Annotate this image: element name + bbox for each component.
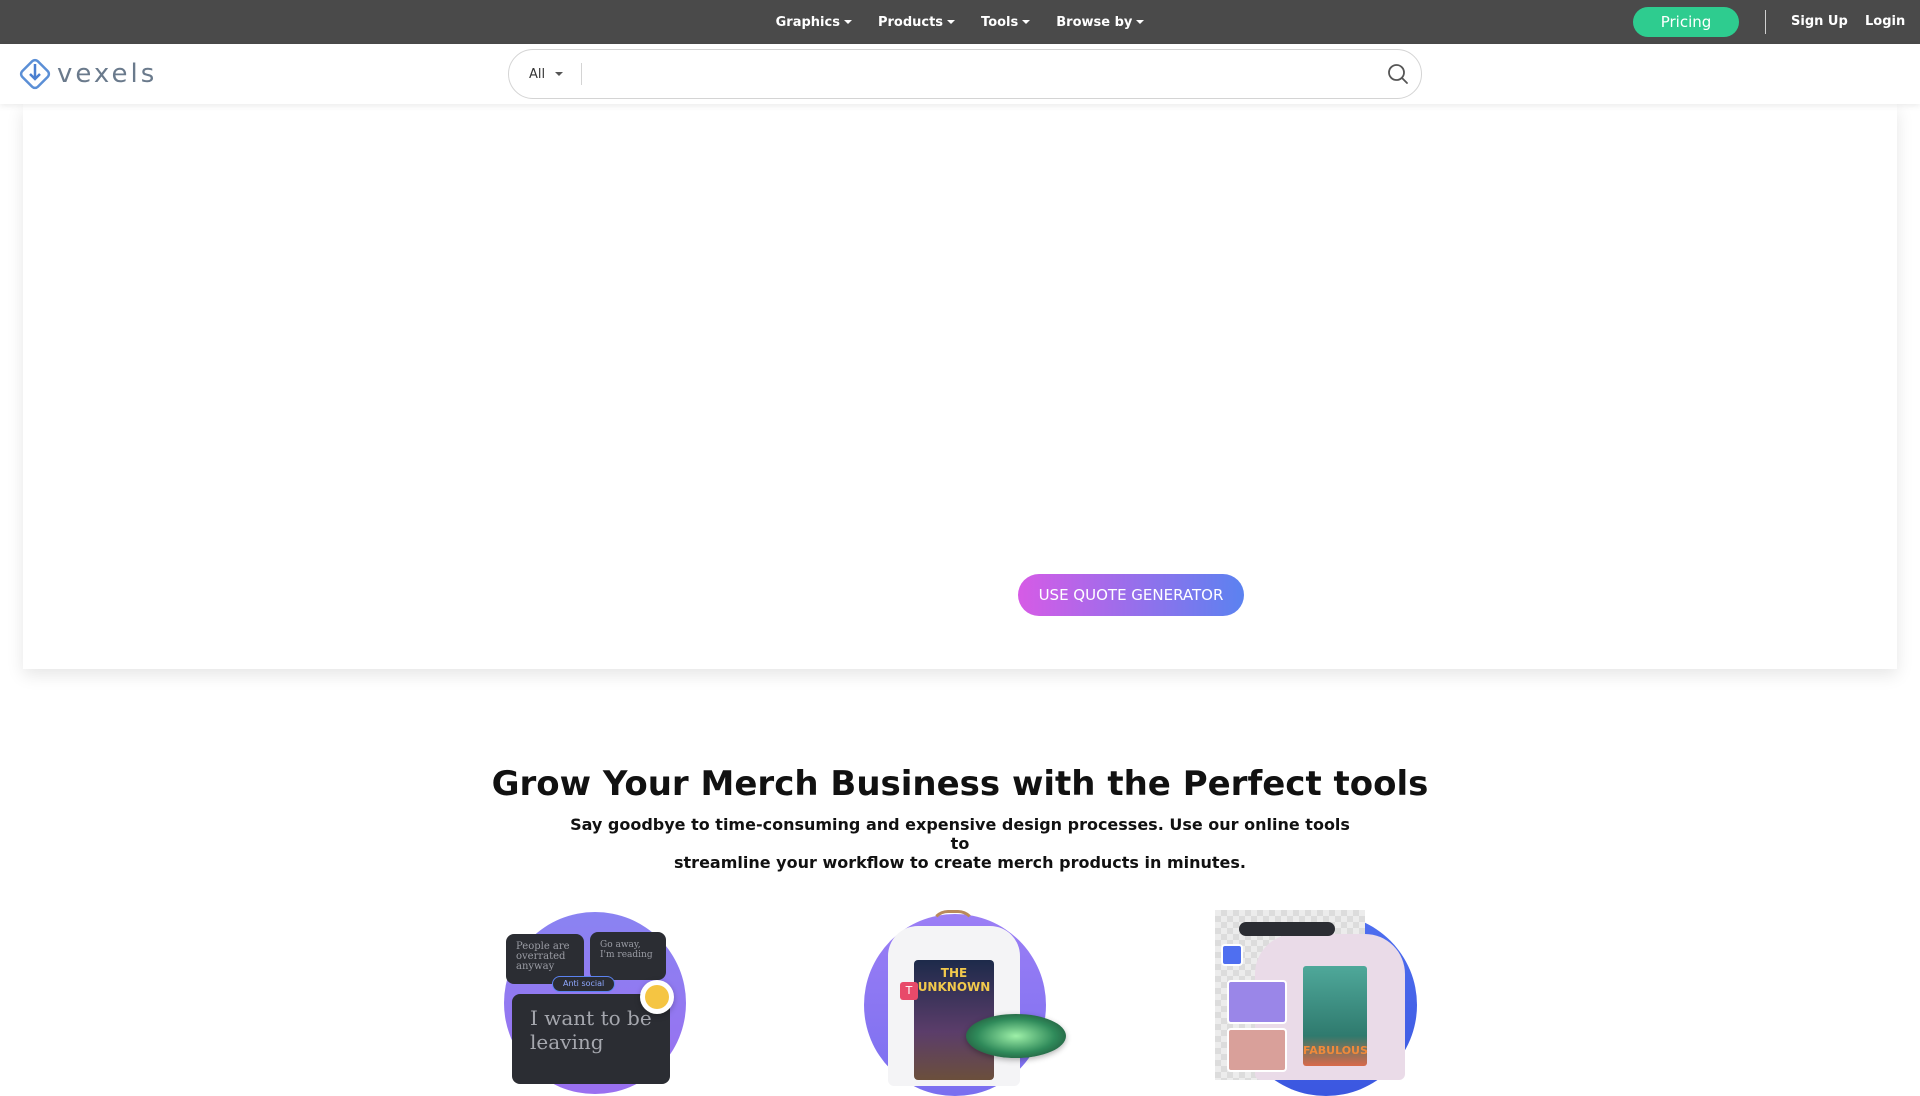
sign-up-link[interactable]: Sign Up <box>1791 14 1848 29</box>
section-subtitle-line-1: Say goodbye to time-consuming and expens… <box>570 815 1350 853</box>
main-menu: Graphics Products Tools Browse by <box>0 0 1920 44</box>
quote-card-main-text: I want to be leaving <box>530 1006 652 1054</box>
chevron-down-icon <box>843 20 852 24</box>
menu-tools-label: Tools <box>981 14 1019 30</box>
tool-tshirt-mockup-illustration[interactable]: THE UNKNOWN T <box>862 908 1072 1096</box>
ufo-sticker <box>966 1014 1066 1058</box>
anti-social-chip: Anti social <box>552 976 616 992</box>
search-category-label: All <box>529 66 546 82</box>
thumbnail-1 <box>1227 980 1287 1024</box>
chevron-down-icon <box>1136 20 1145 24</box>
vexels-logo[interactable]: vexels <box>19 58 157 90</box>
tool-sweater-mockup-illustration[interactable]: FABULOUS <box>1215 908 1425 1096</box>
section-subtitle-line-2: streamline your workflow to create merch… <box>674 853 1246 872</box>
quote-card-small-left-text: People are overrated anyway <box>516 941 570 972</box>
section-subtitle: Say goodbye to time-consuming and expens… <box>560 815 1360 872</box>
search-bar: All <box>508 49 1422 99</box>
divider <box>1765 10 1766 34</box>
menu-products-label: Products <box>877 14 944 30</box>
chevron-down-icon <box>947 20 956 24</box>
tool-quote-generator-illustration[interactable]: People are overrated anyway Go away, I'm… <box>502 908 712 1094</box>
menu-products[interactable]: Products <box>865 15 968 30</box>
color-slider-toolbar <box>1239 922 1335 936</box>
vexels-logo-icon <box>19 58 51 90</box>
chevron-down-icon <box>1022 20 1031 24</box>
sweater-print-text: FABULOUS <box>1303 1044 1368 1057</box>
quote-card-small-right-text: Go away, I'm reading <box>600 940 653 960</box>
pricing-button[interactable]: Pricing <box>1633 7 1739 37</box>
menu-graphics-label: Graphics <box>775 14 840 30</box>
thumbnail-2 <box>1227 1028 1287 1072</box>
text-tool-icon: T <box>900 982 918 1000</box>
section-title: Grow Your Merch Business with the Perfec… <box>491 764 1429 804</box>
hero-card: USE QUOTE GENERATOR <box>23 104 1897 669</box>
logo-text: vexels <box>57 59 158 89</box>
quote-card-small-right: Go away, I'm reading <box>590 932 666 980</box>
tshirt-print-text: THE UNKNOWN <box>917 966 991 994</box>
anti-social-chip-label: Anti social <box>563 979 605 988</box>
search-icon[interactable] <box>1375 62 1421 86</box>
menu-tools[interactable]: Tools <box>968 15 1043 30</box>
menu-browse-by-label: Browse by <box>1056 14 1133 30</box>
emoji-icon <box>640 980 674 1014</box>
site-header: vexels All <box>0 44 1920 104</box>
use-quote-generator-button[interactable]: USE QUOTE GENERATOR <box>1018 574 1244 616</box>
pattern-icon <box>1221 944 1243 966</box>
login-link[interactable]: Login <box>1865 14 1905 29</box>
search-category-dropdown[interactable]: All <box>509 50 581 98</box>
chevron-down-icon <box>555 72 564 76</box>
search-input[interactable] <box>582 50 1375 98</box>
menu-browse-by[interactable]: Browse by <box>1043 15 1157 30</box>
sweater-print: FABULOUS <box>1303 966 1368 1066</box>
menu-graphics[interactable]: Graphics <box>763 15 865 30</box>
top-navigation-bar: Graphics Products Tools Browse by Pricin… <box>0 0 1920 44</box>
